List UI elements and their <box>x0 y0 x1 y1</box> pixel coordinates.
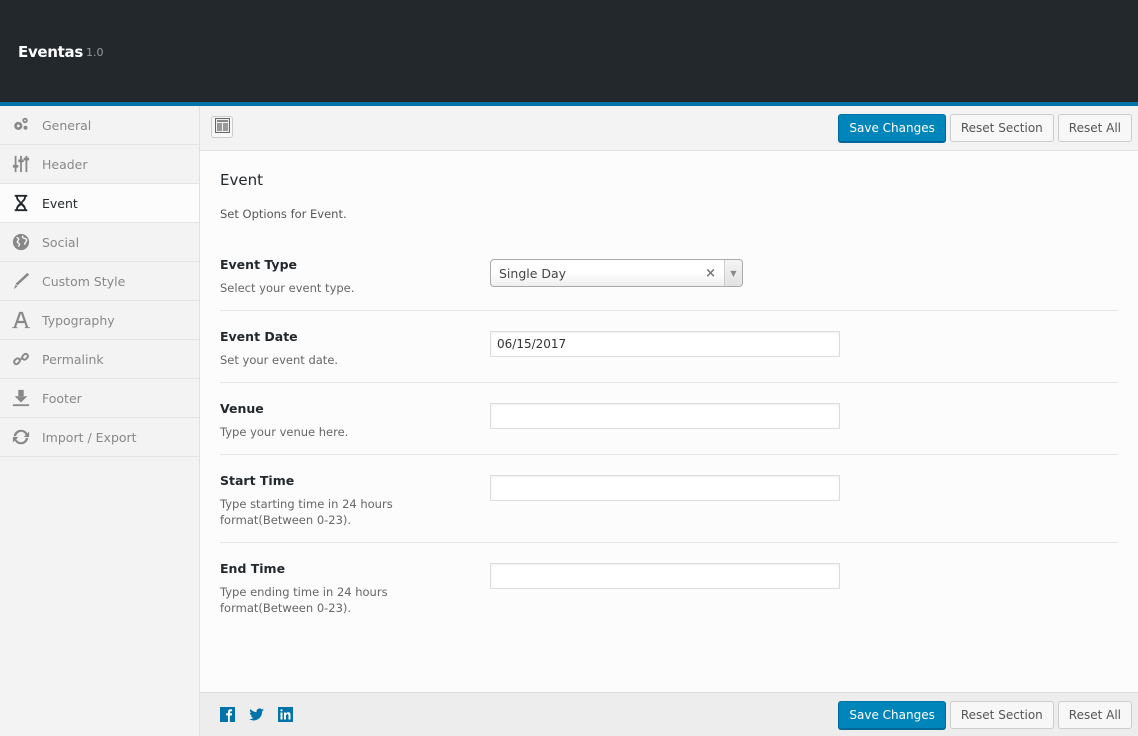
field-start-time: Start Time Type starting time in 24 hour… <box>220 455 1118 543</box>
field-label: Start Time <box>220 473 295 488</box>
app-version: 1.0 <box>86 46 104 59</box>
hourglass-icon <box>11 193 31 213</box>
sidebar-item-custom-style[interactable]: Custom Style <box>0 262 199 301</box>
field-event-date: Event Date Set your event date. <box>220 311 1118 383</box>
clear-selection-icon[interactable]: × <box>705 266 716 281</box>
start-time-input[interactable] <box>490 475 840 501</box>
top-toolbar: Save Changes Reset Section Reset All <box>200 106 1138 151</box>
layout-icon <box>214 117 230 137</box>
field-description: Type ending time in 24 hours format(Betw… <box>220 585 388 615</box>
field-description: Type your venue here. <box>220 425 349 439</box>
selected-value: Single Day <box>499 265 567 281</box>
sidebar-item-label: General <box>42 117 92 133</box>
reset-all-button[interactable]: Reset All <box>1057 114 1132 142</box>
sidebar-item-label: Custom Style <box>42 273 126 289</box>
social-links <box>220 707 293 722</box>
field-end-time: End Time Type ending time in 24 hours fo… <box>220 543 1118 630</box>
link-icon <box>11 349 31 369</box>
sidebar-item-label: Header <box>42 156 88 172</box>
dropdown-arrow-icon[interactable]: ▼ <box>724 260 742 286</box>
options-panel: Save Changes Reset Section Reset All Eve… <box>200 106 1138 736</box>
gears-icon <box>11 115 31 135</box>
app-title: Eventas <box>18 43 83 61</box>
save-changes-button[interactable]: Save Changes <box>838 114 946 142</box>
facebook-icon[interactable] <box>220 707 235 722</box>
save-changes-button-bottom[interactable]: Save Changes <box>838 701 946 729</box>
brush-icon <box>11 271 31 291</box>
sidebar-item-header[interactable]: Header <box>0 145 199 184</box>
section-content: Event Set Options for Event. Event Type … <box>200 151 1138 630</box>
expand-layout-button[interactable] <box>211 116 233 138</box>
field-description: Select your event type. <box>220 281 355 295</box>
field-label: End Time <box>220 561 286 576</box>
twitter-icon[interactable] <box>249 707 264 722</box>
event-type-select[interactable]: Single Day × ▼ <box>490 259 743 287</box>
reset-section-button-bottom[interactable]: Reset Section <box>949 701 1054 729</box>
section-title: Event <box>220 171 263 189</box>
field-label: Venue <box>220 401 264 416</box>
reset-all-button-bottom[interactable]: Reset All <box>1057 701 1132 729</box>
globe-icon <box>11 232 31 252</box>
bottom-toolbar: Save Changes Reset Section Reset All <box>200 692 1138 736</box>
field-label: Event Type <box>220 257 298 272</box>
sidebar-item-footer[interactable]: Footer <box>0 379 199 418</box>
sidebar-item-event[interactable]: Event <box>0 184 199 223</box>
sidebar-item-import-export[interactable]: Import / Export <box>0 418 199 457</box>
reset-section-button[interactable]: Reset Section <box>949 114 1054 142</box>
field-event-type: Event Type Select your event type. Singl… <box>220 239 1118 311</box>
font-icon <box>11 310 31 330</box>
field-label: Event Date <box>220 329 298 344</box>
sidebar-item-label: Typography <box>42 312 115 328</box>
field-venue: Venue Type your venue here. <box>220 383 1118 455</box>
admin-header: Eventas 1.0 <box>0 0 1138 102</box>
field-description: Type starting time in 24 hours format(Be… <box>220 497 393 527</box>
sidebar-item-label: Social <box>42 234 80 250</box>
sidebar-item-label: Event <box>42 195 78 211</box>
sidebar-item-typography[interactable]: Typography <box>0 301 199 340</box>
venue-input[interactable] <box>490 403 840 429</box>
download-icon <box>11 388 31 408</box>
end-time-input[interactable] <box>490 563 840 589</box>
sidebar-item-label: Footer <box>42 390 82 406</box>
refresh-icon <box>11 427 31 447</box>
sidebar-item-label: Permalink <box>42 351 104 367</box>
sidebar-item-permalink[interactable]: Permalink <box>0 340 199 379</box>
field-description: Set your event date. <box>220 353 339 367</box>
section-description: Set Options for Event. <box>220 207 347 221</box>
sidebar: General Header Event Social Custom Style… <box>0 106 200 736</box>
event-date-input[interactable] <box>490 331 840 357</box>
sidebar-item-social[interactable]: Social <box>0 223 199 262</box>
linkedin-icon[interactable] <box>278 707 293 722</box>
sidebar-item-general[interactable]: General <box>0 106 199 145</box>
sliders-icon <box>11 154 31 174</box>
sidebar-item-label: Import / Export <box>42 429 137 445</box>
